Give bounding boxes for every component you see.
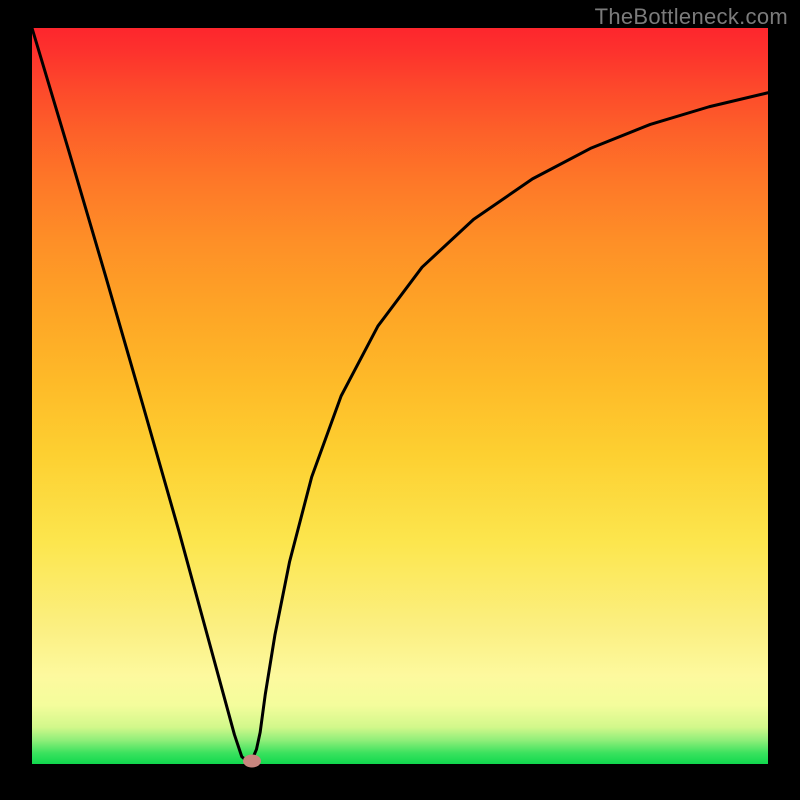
attribution-text: TheBottleneck.com	[595, 4, 788, 30]
curve-svg	[32, 28, 768, 764]
plot-area	[32, 28, 768, 764]
bottleneck-curve	[32, 28, 768, 762]
minimum-marker	[243, 755, 261, 768]
